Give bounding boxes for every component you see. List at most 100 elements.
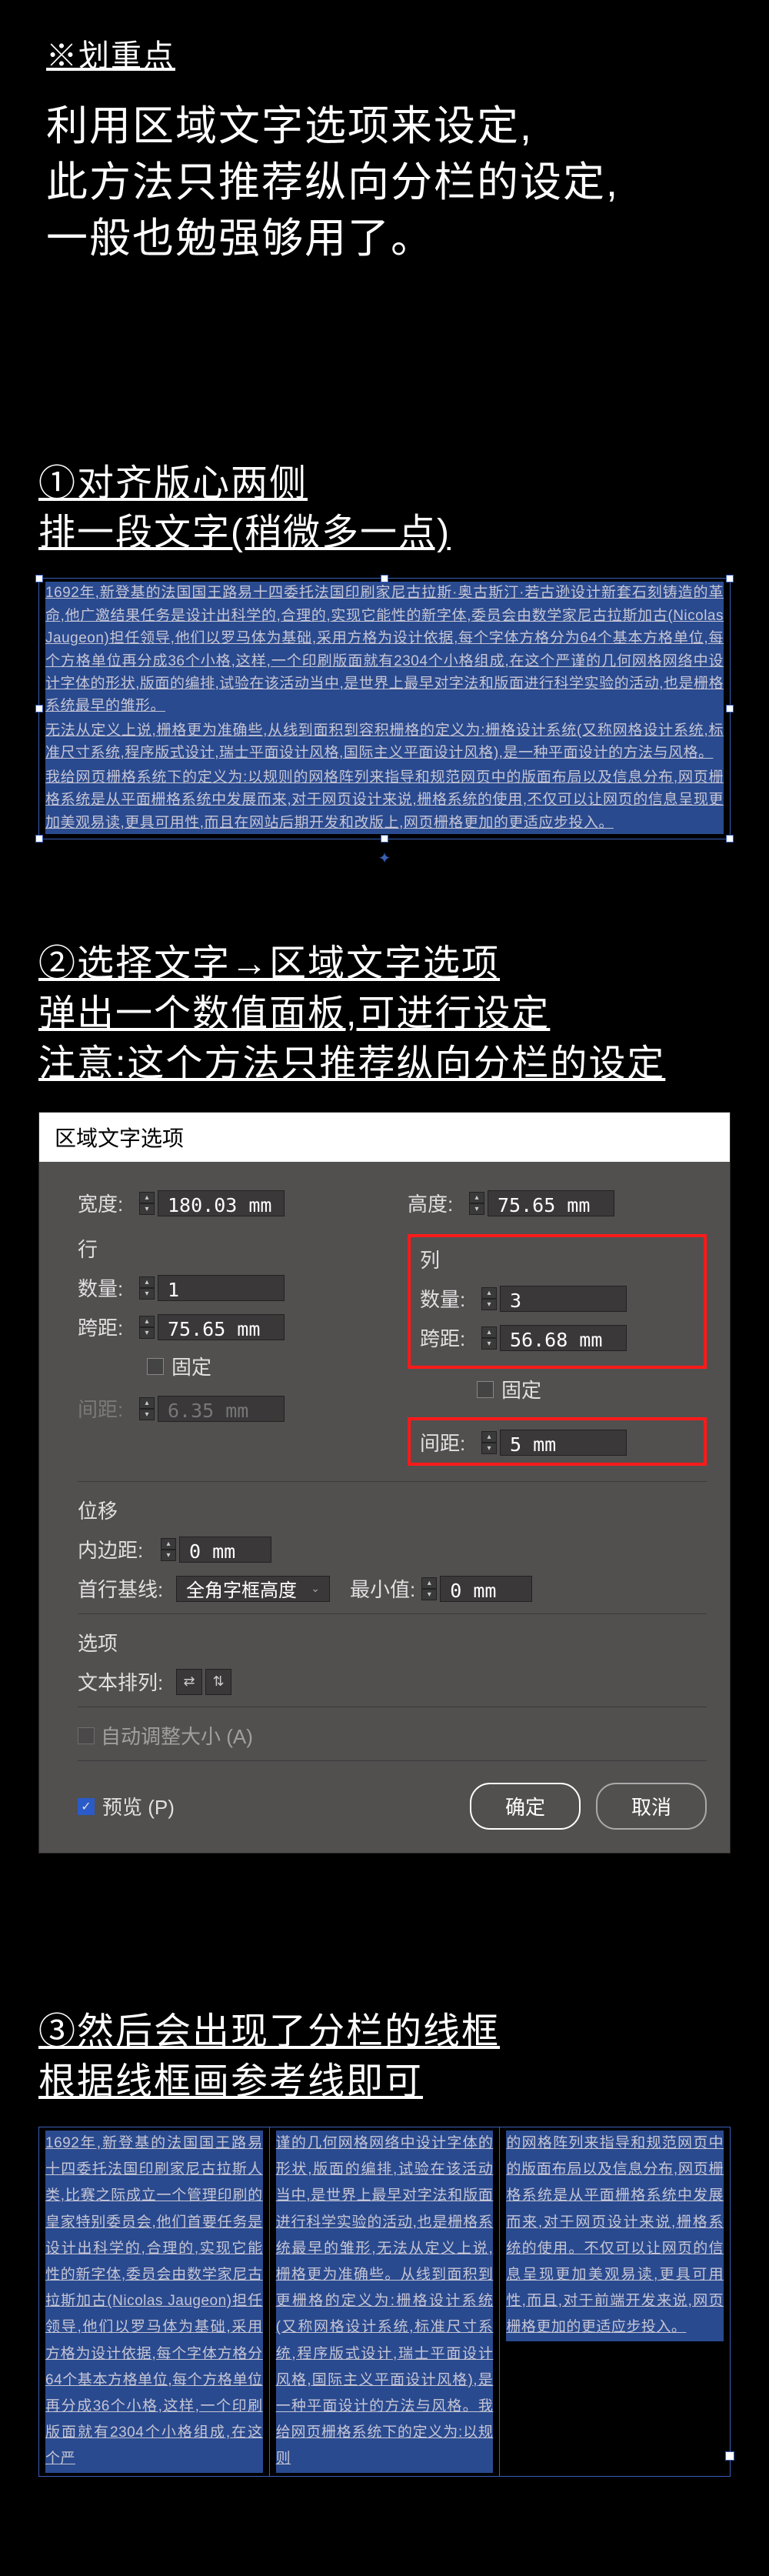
flow-vertical-icon: ⇅ [212,1673,224,1690]
height-label: 高度: [408,1189,463,1217]
row-count-input[interactable]: 1 [158,1275,285,1301]
text-frame-columns[interactable]: 1692年,新登基的法国国王路易十四委托法国印刷家尼古拉斯人类,比赛之际成立一个… [38,2127,731,2476]
section-1-title: ①对齐版心两侧 排一段文字(稍微多一点) [0,459,769,559]
intro-line-3: 一般也勉强够用了。 [46,211,738,267]
column-3-text: 的网格阵列来指导和规范网页中的版面布局以及信息分布,网页栅格系统是从平面栅格系统… [506,2131,724,2341]
chevron-down-icon: ⌄ [311,1582,320,1595]
row-span-input[interactable]: 75.65 mm [158,1314,285,1340]
textflow-vertical-button[interactable]: ⇅ [205,1669,231,1695]
width-label: 宽度: [78,1189,133,1217]
spin-up-icon[interactable]: ▴ [469,1192,484,1203]
spin-down-icon: ▾ [139,1409,155,1420]
handle-top-mid[interactable] [381,575,388,582]
baseline-label: 首行基线: [78,1574,170,1603]
column-2-text: 谨的几何网格网络中设计字体的形状,版面的编排,试验在该活动当中,是世界上最早对字… [276,2131,494,2472]
section-3-title-line1: ③然后会出现了分栏的线框 [38,2007,738,2057]
spin-up-icon[interactable]: ▴ [139,1276,155,1288]
width-spinner[interactable]: ▴▾ 180.03 mm [139,1190,285,1216]
auto-resize-checkbox[interactable] [78,1727,95,1744]
offset-group-label: 位移 [78,1496,707,1524]
row-count-spinner[interactable]: ▴▾ 1 [139,1275,285,1301]
cancel-button[interactable]: 取消 [596,1783,707,1830]
options-group-label: 选项 [78,1628,707,1657]
flow-horizontal-icon: ⇄ [183,1673,195,1690]
section-2-title: ②选择文字→区域文字选项 弹出一个数值面板,可进行设定 注意:这个方法只推荐纵向… [0,939,769,1089]
preview-label: 预览 (P) [102,1792,175,1820]
spin-up-icon: ▴ [139,1397,155,1409]
spin-up-icon[interactable]: ▴ [421,1577,437,1589]
auto-resize-label: 自动调整大小 (A) [101,1721,253,1750]
col-gutter-input[interactable]: 5 mm [500,1430,627,1456]
spin-down-icon[interactable]: ▾ [421,1589,437,1600]
width-input[interactable]: 180.03 mm [158,1190,285,1216]
section-2-title-line2: 弹出一个数值面板,可进行设定 [38,989,738,1039]
spin-down-icon[interactable]: ▾ [481,1338,497,1350]
baseline-value: 全角字框高度 [186,1575,297,1602]
spin-up-icon[interactable]: ▴ [481,1326,497,1338]
dialog-title: 区域文字选项 [39,1113,730,1162]
baseline-dropdown[interactable]: 全角字框高度 ⌄ [176,1576,330,1602]
section-2-title-line1: ②选择文字→区域文字选项 [38,939,738,989]
inset-input[interactable]: 0 mm [179,1537,271,1563]
text-frame-single[interactable]: ✦ 1692年,新登基的法国国王路易十四委托法国印刷家尼古拉斯·奥古斯汀·若古逊… [38,578,731,839]
col-gutter-label: 间距: [420,1428,475,1457]
spin-up-icon[interactable]: ▴ [481,1431,497,1443]
height-input[interactable]: 75.65 mm [488,1190,614,1216]
min-label: 最小值: [350,1574,415,1603]
handle-top-left[interactable] [35,575,43,582]
spin-down-icon[interactable]: ▾ [469,1203,484,1215]
col-gutter-spinner[interactable]: ▴▾ 5 mm [481,1430,627,1456]
row-span-spinner[interactable]: ▴▾ 75.65 mm [139,1314,285,1340]
col-count-input[interactable]: 3 [500,1286,627,1312]
col-count-spinner[interactable]: ▴▾ 3 [481,1286,627,1312]
section-3-title-line2: 根据线框画参考线即可 [38,2057,738,2107]
center-indicator-icon[interactable]: ✦ [378,849,391,868]
body-p2: 无法从定义上说,栅格更为准确些,从线到面积到容积栅格的定义为:栅格设计系统(又称… [45,719,724,765]
spin-down-icon[interactable]: ▾ [481,1443,497,1454]
highlight-columns-box: 列 数量: ▴▾ 3 跨距: ▴▾ 56.68 [408,1234,707,1369]
section-1-title-line2: 排一段文字(稍微多一点) [38,509,738,559]
spin-up-icon[interactable]: ▴ [161,1538,176,1550]
col-fixed-label: 固定 [501,1375,541,1403]
area-type-options-dialog: 区域文字选项 宽度: ▴▾ 180.03 mm 高度: [38,1112,731,1854]
spin-down-icon[interactable]: ▾ [481,1299,497,1310]
col-span-input[interactable]: 56.68 mm [500,1325,627,1351]
textflow-label: 文本排列: [78,1667,170,1696]
row-fixed-checkbox[interactable] [147,1358,164,1375]
spin-up-icon[interactable]: ▴ [481,1287,497,1299]
section-1-title-line1: ①对齐版心两侧 [38,459,738,509]
rows-group-label: 行 [78,1234,377,1263]
selected-body-text[interactable]: 1692年,新登基的法国国王路易十四委托法国印刷家尼古拉斯·奥古斯汀·若古逊设计… [45,582,724,834]
preview-checkbox[interactable]: ✓ [78,1798,95,1815]
spin-up-icon[interactable]: ▴ [139,1192,155,1203]
spin-down-icon[interactable]: ▾ [139,1288,155,1300]
body-p1: 1692年,新登基的法国国王路易十四委托法国印刷家尼古拉斯·奥古斯汀·若古逊设计… [45,582,724,718]
col-fixed-checkbox[interactable] [477,1381,494,1398]
height-spinner[interactable]: ▴▾ 75.65 mm [469,1190,614,1216]
handle-bottom-left[interactable] [35,835,43,843]
spin-down-icon[interactable]: ▾ [139,1203,155,1215]
col-count-label: 数量: [420,1284,475,1313]
handle-mid-right[interactable] [726,705,734,712]
cols-group-label: 列 [420,1245,694,1273]
col-span-spinner[interactable]: ▴▾ 56.68 mm [481,1325,627,1351]
intro-block: 利用区域文字选项来设定, 此方法只推荐纵向分栏的设定, 一般也勉强够用了。 [0,91,769,290]
intro-line-2: 此方法只推荐纵向分栏的设定, [46,155,738,211]
section-3-title: ③然后会出现了分栏的线框 根据线框画参考线即可 [0,2007,769,2107]
spin-down-icon[interactable]: ▾ [139,1327,155,1339]
min-input[interactable]: 0 mm [440,1576,532,1602]
spin-up-icon[interactable]: ▴ [139,1316,155,1327]
handle-top-right[interactable] [726,575,734,582]
row-gutter-label: 间距: [78,1394,133,1423]
outport-handle[interactable] [725,2451,734,2461]
handle-bottom-mid[interactable] [381,835,388,843]
handle-mid-left[interactable] [35,705,43,712]
column-1-text: 1692年,新登基的法国国王路易十四委托法国印刷家尼古拉斯人类,比赛之际成立一个… [45,2131,263,2472]
intro-line-1: 利用区域文字选项来设定, [46,98,738,155]
handle-bottom-right[interactable] [726,835,734,843]
inset-spinner[interactable]: ▴▾ 0 mm [161,1537,271,1563]
textflow-horizontal-button[interactable]: ⇄ [176,1669,202,1695]
min-spinner[interactable]: ▴▾ 0 mm [421,1576,532,1602]
spin-down-icon[interactable]: ▾ [161,1550,176,1561]
ok-button[interactable]: 确定 [470,1783,581,1830]
